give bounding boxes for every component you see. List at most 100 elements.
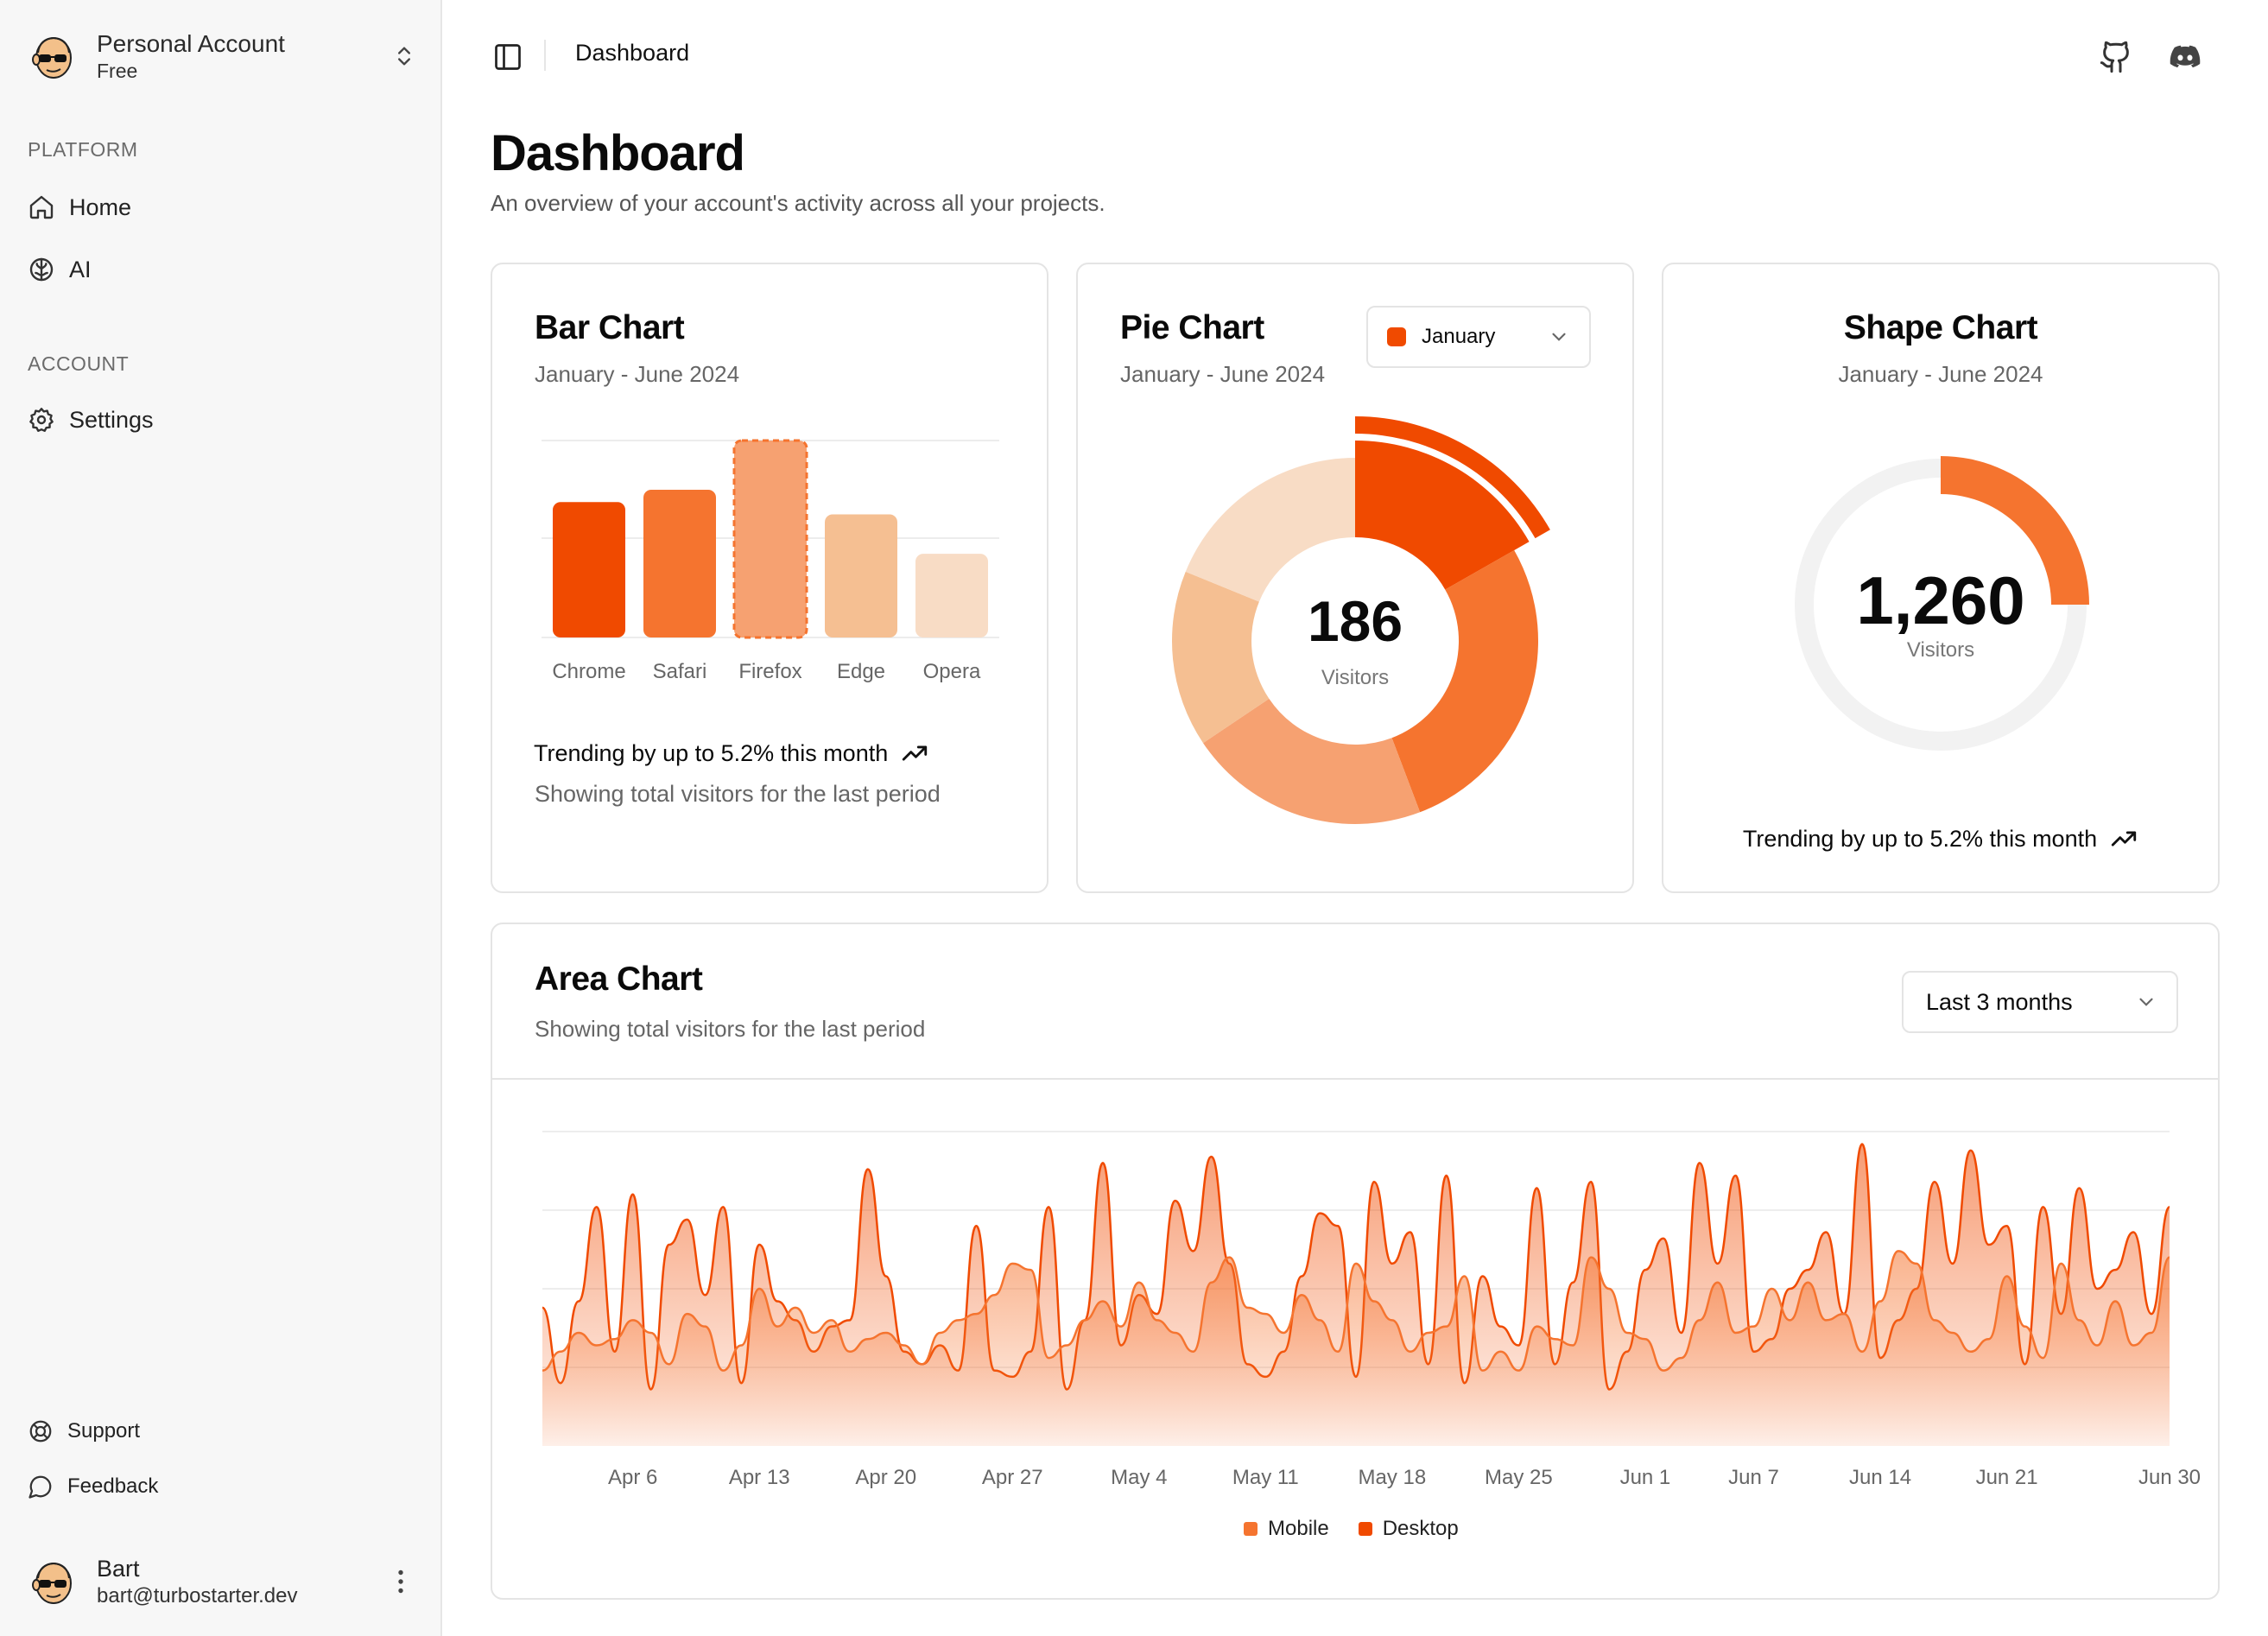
sidebar-item-label: Feedback: [67, 1474, 159, 1498]
radial-center-value: 1,260: [1856, 562, 2024, 638]
x-tick-label: Jun 7: [1728, 1466, 1779, 1489]
trend-text: Trending by up to 5.2% this month: [534, 739, 929, 768]
bar[interactable]: [825, 514, 897, 638]
x-tick-label: May 18: [1359, 1466, 1427, 1489]
user-email: bart@turbostarter.dev: [97, 1584, 298, 1607]
x-tick-label: Apr 27: [982, 1466, 1043, 1489]
bar[interactable]: [732, 439, 808, 639]
legend-swatch: [1244, 1522, 1258, 1536]
user-name: Bart: [97, 1556, 140, 1582]
card-footer: Showing total visitors for the last peri…: [535, 781, 941, 807]
trending-up-icon: [2111, 831, 2137, 847]
legend-item-mobile: Mobile: [1244, 1517, 1329, 1541]
pie-slice[interactable]: [1185, 458, 1355, 602]
sidebar-item-settings[interactable]: Settings: [28, 396, 416, 444]
account-switcher[interactable]: Personal Account Free: [28, 26, 416, 86]
sidebar-item-home[interactable]: Home: [28, 183, 416, 231]
divider: [492, 1078, 2218, 1080]
x-tick-label: Jun 30: [2138, 1466, 2201, 1489]
x-tick-label: Jun 14: [1849, 1466, 1911, 1489]
pie-chart: 186 Visitors: [1172, 416, 1550, 824]
sidebar: Personal Account Free PLATFORM Home AI A…: [0, 0, 442, 1636]
card-subtitle: January - June 2024: [1838, 361, 2043, 387]
platform-section-label: PLATFORM: [28, 138, 138, 161]
user-menu[interactable]: Bart bart@turbostarter.dev: [28, 1551, 416, 1612]
page-title: Dashboard: [491, 125, 745, 181]
user-info: Bart bart@turbostarter.dev: [97, 1554, 385, 1609]
avatar: [32, 1562, 72, 1604]
lifebuoy-icon: [29, 1420, 52, 1443]
sidebar-item-support[interactable]: Support: [28, 1410, 416, 1453]
breadcrumb: Dashboard: [575, 40, 690, 66]
range-select[interactable]: Last 3 months: [1902, 971, 2178, 1033]
discord-icon[interactable]: [2168, 40, 2202, 74]
x-tick-label: Jun 1: [1620, 1466, 1671, 1489]
x-tick-label: May 25: [1485, 1466, 1553, 1489]
card-subtitle: January - June 2024: [1120, 361, 1326, 387]
tick-label: Safari: [653, 660, 707, 683]
account-info: Personal Account Free: [97, 29, 392, 83]
select-value: Last 3 months: [1926, 988, 2073, 1015]
account-name: Personal Account: [97, 30, 285, 57]
sidebar-toggle-icon[interactable]: [492, 41, 523, 73]
pie-center-label: Visitors: [1321, 666, 1389, 689]
x-tick-label: Apr 13: [729, 1466, 790, 1489]
more-vertical-icon[interactable]: [385, 1566, 416, 1597]
legend-label: Desktop: [1382, 1517, 1459, 1540]
x-tick-label: Apr 20: [855, 1466, 916, 1489]
legend-label: Mobile: [1268, 1517, 1329, 1540]
legend-swatch: [1358, 1522, 1372, 1536]
chart-legend: Mobile Desktop: [1244, 1517, 1488, 1541]
brain-icon: [29, 257, 54, 282]
chevron-down-icon: [1552, 333, 1566, 341]
area-chart: Apr 6 Apr 13 Apr 20 Apr 27 May 4 May 11 May 18…: [541, 1131, 2201, 1489]
trend-label: Trending by up to 5.2% this month: [1742, 825, 2098, 852]
message-icon: [29, 1475, 52, 1499]
color-swatch: [1387, 327, 1406, 346]
card-title: Bar Chart: [535, 309, 685, 346]
card-title: Pie Chart: [1120, 309, 1264, 346]
sidebar-item-label: Settings: [69, 406, 154, 433]
tick-label: Edge: [837, 660, 885, 683]
radial-chart: 1,260 Visitors: [1795, 456, 2089, 751]
account-plan: Free: [97, 60, 138, 82]
chevrons-up-down-icon: [398, 47, 410, 66]
account-section-label: ACCOUNT: [28, 352, 130, 375]
bar-chart: Chrome Safari Firefox Edge Opera: [542, 439, 999, 683]
card-title: Area Chart: [535, 961, 703, 998]
tick-label: Opera: [923, 660, 981, 683]
trend-text: Trending by up to 5.2% this month: [1662, 824, 2220, 853]
sidebar-item-feedback[interactable]: Feedback: [28, 1465, 416, 1508]
tick-label: Firefox: [738, 660, 801, 683]
x-tick-label: May 4: [1111, 1466, 1167, 1489]
trending-up-icon: [903, 745, 928, 761]
bar[interactable]: [553, 502, 625, 637]
chevron-down-icon: [2139, 998, 2153, 1006]
sidebar-item-label: Support: [67, 1419, 141, 1443]
legend-item-desktop: Desktop: [1358, 1517, 1459, 1541]
bar[interactable]: [643, 490, 716, 637]
bar[interactable]: [915, 554, 988, 637]
sidebar-item-label: AI: [69, 256, 92, 282]
avatar: [32, 36, 72, 79]
gear-icon: [29, 408, 54, 432]
trend-label: Trending by up to 5.2% this month: [534, 739, 889, 766]
page-subtitle: An overview of your account's activity a…: [491, 190, 1105, 216]
select-value: January: [1422, 325, 1496, 348]
home-icon: [29, 195, 54, 219]
radial-center-label: Visitors: [1907, 638, 1974, 662]
divider: [544, 40, 546, 71]
sidebar-item-ai[interactable]: AI: [28, 245, 416, 294]
x-tick-label: May 11: [1232, 1466, 1299, 1489]
github-icon[interactable]: [2099, 40, 2133, 74]
card-title: Shape Chart: [1843, 309, 2038, 346]
card-subtitle: January - June 2024: [535, 361, 740, 387]
pie-center-value: 186: [1308, 589, 1403, 653]
tick-label: Chrome: [552, 660, 625, 683]
x-tick-label: Apr 6: [608, 1466, 657, 1489]
month-select[interactable]: January: [1366, 306, 1591, 368]
pie-slice[interactable]: [1391, 550, 1538, 813]
sidebar-item-label: Home: [69, 193, 132, 220]
card-subtitle: Showing total visitors for the last peri…: [535, 1016, 926, 1042]
x-tick-label: Jun 21: [1976, 1466, 2038, 1489]
